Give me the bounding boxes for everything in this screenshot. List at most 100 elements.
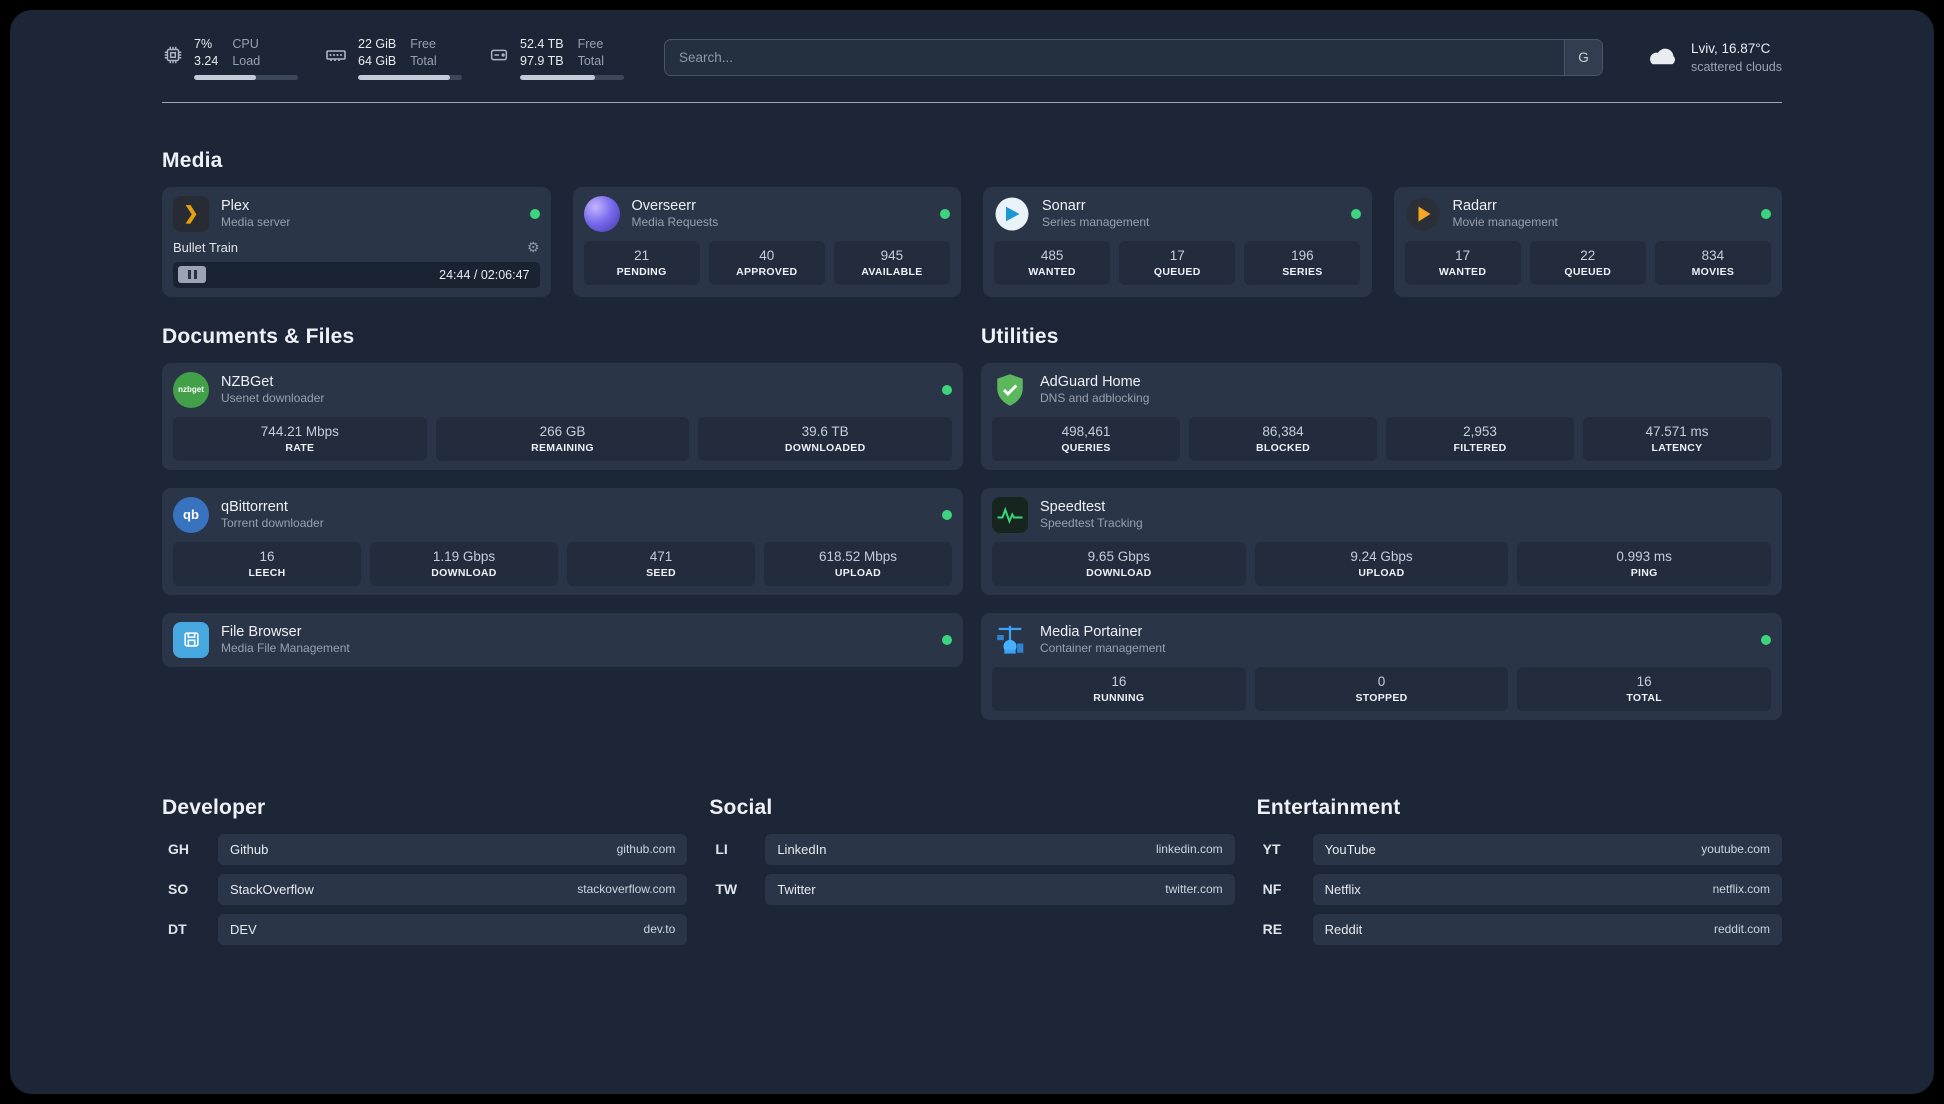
stat-value: 16 (1636, 673, 1652, 689)
stat-value: 471 (649, 548, 673, 564)
cpu-load-value: 3.24 (194, 53, 219, 68)
section-title-media: Media (162, 148, 223, 172)
cpu-icon (162, 44, 184, 71)
service-name[interactable]: Overseerr (632, 197, 719, 216)
stat-tile: 498,461 QUERIES (992, 416, 1180, 461)
stat-value: 16 (259, 548, 275, 564)
stat-value: 86,384 (1262, 423, 1304, 439)
stat-label: RATE (285, 441, 315, 454)
stat-value: 498,461 (1061, 423, 1111, 439)
service-desc: Usenet downloader (221, 391, 325, 406)
bookmarks-section: Developer GH Github github.com SO StackO… (162, 796, 1782, 954)
service-name[interactable]: Media Portainer (1040, 623, 1165, 642)
bookmark-link-stackoverflow[interactable]: StackOverflow stackoverflow.com (218, 873, 688, 905)
bookmark-url: linkedin.com (1155, 842, 1223, 857)
cpu-usage-value: 7% (194, 37, 213, 51)
service-name[interactable]: NZBGet (221, 373, 324, 392)
stat-value: 266 GB (539, 423, 586, 439)
service-card-nzbget[interactable]: NZBGet Usenet downloader 744.21 Mbps RAT… (162, 362, 963, 470)
disk-icon (488, 44, 510, 71)
bookmark-group-social: Social LI LinkedIn linkedin.com TW Twitt… (709, 796, 1235, 954)
service-card-sonarr[interactable]: Sonarr Series management 485 WANTED 17 Q… (983, 186, 1372, 297)
pause-button[interactable] (178, 266, 206, 284)
section-title-documents: Documents & Files (162, 324, 355, 348)
bookmark-link-linkedin[interactable]: LinkedIn linkedin.com (765, 833, 1235, 865)
status-dot (942, 509, 952, 520)
disk-free-label: Free (577, 37, 604, 51)
service-name[interactable]: qBittorrent (221, 498, 324, 517)
status-dot (529, 208, 540, 219)
service-name[interactable]: AdGuard Home (1040, 373, 1149, 392)
service-desc: Torrent downloader (221, 516, 324, 531)
service-card-radarr[interactable]: Radarr Movie management 17 WANTED 22 QUE… (1393, 186, 1782, 297)
service-name[interactable]: Speedtest (1040, 498, 1143, 517)
stat-label: LEECH (248, 566, 286, 579)
disk-progress-bar (520, 74, 624, 80)
service-desc: Media server (221, 215, 291, 230)
player-progress-bar[interactable]: 24:44 / 02:06:47 (173, 261, 540, 288)
bookmark-abbr: RE (1262, 921, 1283, 938)
stat-tile: 16 LEECH (173, 541, 361, 586)
adguard-icon (992, 372, 1028, 408)
bookmark-link-dev[interactable]: DEV dev.to (218, 913, 688, 945)
stat-label: QUERIES (1061, 441, 1111, 454)
stat-value: 9.65 Gbps (1087, 548, 1150, 564)
stat-value: 945 (880, 247, 904, 263)
service-desc: Container management (1040, 641, 1166, 656)
bookmark-abbr: YT (1262, 841, 1281, 858)
stat-label: DOWNLOAD (1086, 566, 1152, 579)
memory-total-value: 64 GiB (358, 53, 397, 68)
stat-value: 485 (1040, 247, 1064, 263)
stat-tile: 40 APPROVED (708, 240, 825, 285)
stat-tile: 0 STOPPED (1254, 666, 1509, 711)
service-card-plex[interactable]: Plex Media server Bullet Train ⚙ 24:44 /… (162, 186, 551, 297)
bookmark-name: DEV (230, 921, 257, 937)
stat-value: 39.6 TB (801, 423, 849, 439)
bookmark-row: DT DEV dev.to (162, 913, 688, 945)
status-dot (942, 634, 952, 645)
bookmark-link-twitter[interactable]: Twitter twitter.com (765, 873, 1235, 905)
bookmark-row: TW Twitter twitter.com (709, 873, 1235, 905)
bookmark-row: GH Github github.com (162, 833, 688, 865)
service-desc: Speedtest Tracking (1040, 516, 1143, 531)
service-card-speedtest[interactable]: Speedtest Speedtest Tracking 9.65 Gbps D… (981, 487, 1782, 595)
stat-label: DOWNLOAD (431, 566, 497, 579)
stat-label: UPLOAD (1358, 566, 1405, 579)
bookmark-abbr: TW (715, 881, 738, 898)
service-desc: Series management (1042, 215, 1150, 230)
cpu-load-label: Load (232, 53, 261, 68)
header-divider (162, 101, 1782, 103)
stat-value: 9.24 Gbps (1350, 548, 1413, 564)
stat-tile: 744.21 Mbps RATE (173, 416, 427, 461)
cpu-progress-bar (194, 74, 298, 80)
stat-label: QUEUED (1153, 265, 1201, 278)
service-name[interactable]: Plex (221, 197, 290, 216)
search-input[interactable] (665, 40, 1564, 76)
service-card-adguard[interactable]: AdGuard Home DNS and adblocking 498,461 … (981, 362, 1782, 470)
bookmark-link-youtube[interactable]: YouTube youtube.com (1312, 833, 1782, 865)
qbittorrent-icon (173, 496, 209, 533)
bookmark-url: stackoverflow.com (577, 882, 676, 897)
service-card-overseerr[interactable]: Overseerr Media Requests 21 PENDING 40 A… (572, 186, 961, 297)
service-name[interactable]: Sonarr (1042, 197, 1149, 216)
section-title-utilities: Utilities (981, 324, 1059, 348)
service-desc: Media File Management (221, 641, 350, 656)
status-dot (940, 208, 950, 219)
gear-icon[interactable]: ⚙ (527, 239, 540, 256)
stat-tile: 21 PENDING (583, 240, 700, 285)
stat-tile: 945 AVAILABLE (833, 240, 950, 285)
bookmark-link-reddit[interactable]: Reddit reddit.com (1312, 913, 1782, 945)
search-provider-button[interactable]: G (1563, 40, 1602, 76)
stat-tile: 0.993 ms PING (1517, 541, 1771, 586)
cpu-widget: 7% 3.24 CPU Load (162, 36, 298, 80)
service-card-qbittorrent[interactable]: qBittorrent Torrent downloader 16 LEECH … (162, 487, 963, 595)
stat-value: 40 (759, 247, 775, 263)
service-card-portainer[interactable]: Media Portainer Container management 16 … (981, 612, 1782, 720)
bookmark-name: Github (230, 841, 269, 857)
service-card-filebrowser[interactable]: File Browser Media File Management (162, 612, 963, 667)
service-name[interactable]: Radarr (1453, 197, 1558, 216)
bookmark-link-netflix[interactable]: Netflix netflix.com (1312, 873, 1782, 905)
service-name[interactable]: File Browser (221, 623, 350, 642)
bookmark-link-github[interactable]: Github github.com (218, 833, 688, 865)
stat-label: WANTED (1028, 265, 1076, 278)
